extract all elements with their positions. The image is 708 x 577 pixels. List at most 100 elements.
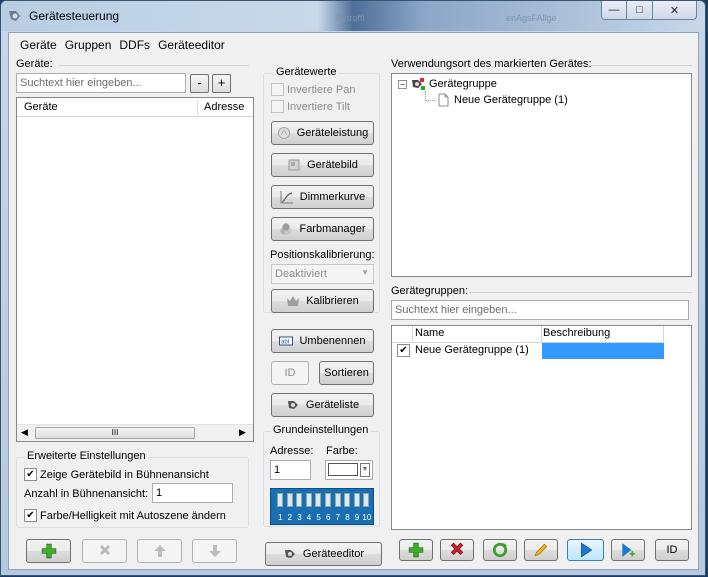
checkbox-checked[interactable]: ✔ (24, 468, 37, 481)
dip-switch-toggle[interactable] (315, 493, 322, 507)
color-autoscene-label: Farbe/Helligkeit mit Autoszene ändern (40, 509, 226, 522)
tree-root-item[interactable]: − Gerätegruppe (398, 77, 497, 91)
close-button[interactable]: ✕ (653, 1, 697, 20)
rename-button[interactable]: abI Umbenennen (271, 329, 374, 353)
menu-geraeteeditor[interactable]: Geräteeditor (154, 36, 229, 54)
dip-switch-toggle[interactable] (353, 493, 360, 507)
refresh-group-button[interactable] (483, 539, 517, 561)
scroll-thumb[interactable]: III (35, 427, 195, 439)
checkbox-unchecked[interactable] (271, 83, 284, 96)
column-header-devices[interactable]: Geräte (24, 101, 58, 113)
delete-device-button[interactable] (82, 539, 127, 563)
play-icon (580, 542, 592, 558)
table-row[interactable]: ✔ Neue Gerätegruppe (1) (392, 343, 664, 359)
device-search-input[interactable]: Suchtext hier eingeben... (16, 73, 186, 93)
expand-button[interactable]: + (212, 74, 231, 93)
column-header-name[interactable]: Name (415, 327, 444, 339)
add-group-button[interactable] (399, 539, 433, 561)
column-header-description[interactable]: Beschreibung (543, 327, 610, 339)
delete-icon (99, 545, 110, 555)
scroll-grip: III (111, 428, 119, 437)
color-autoscene-checkbox[interactable]: ✔ Farbe/Helligkeit mit Autoszene ändern (24, 509, 226, 522)
invert-pan-label: Invertiere Pan (287, 83, 356, 96)
device-image-button[interactable]: Gerätebild (271, 153, 374, 177)
separator (59, 65, 249, 66)
group-id-label: ID (666, 544, 678, 556)
plus-icon (41, 543, 56, 559)
count-input[interactable]: 1 (152, 483, 233, 503)
dip-switch-number: 3 (297, 513, 302, 522)
group-search-input[interactable]: Suchtext hier eingeben... (391, 300, 689, 320)
device-image-label: Gerätebild (307, 159, 358, 171)
collapse-icon[interactable]: − (398, 79, 407, 89)
show-image-checkbox[interactable]: ✔ Zeige Gerätebild in Bühnenansicht (24, 468, 209, 481)
move-up-button[interactable] (137, 539, 182, 563)
dip-switch-toggle[interactable] (277, 493, 283, 507)
dip-switch-toggle[interactable] (325, 493, 331, 507)
delete-group-button[interactable] (440, 539, 474, 561)
groups-table[interactable]: Name Beschreibung ✔ Neue Gerätegruppe (1… (391, 325, 692, 530)
color-manager-button[interactable]: Farbmanager (271, 217, 374, 241)
scroll-left-icon[interactable]: ◀ (21, 427, 28, 438)
plus-icon (408, 542, 424, 558)
id-label: ID (284, 367, 296, 379)
count-label: Anzahl in Bühnenansicht: (24, 488, 149, 500)
invert-pan-checkbox[interactable]: Invertiere Pan (271, 83, 355, 96)
play-add-group-button[interactable] (611, 539, 645, 561)
group-id-button[interactable]: ID (655, 539, 689, 561)
minimize-button[interactable]: — (601, 1, 627, 20)
title-bar[interactable]: Gerätesteuerung Betroffl enAgsFAllge — □… (1, 1, 705, 31)
move-down-button[interactable] (192, 539, 237, 563)
advanced-settings-title: Erweiterte Einstellungen (25, 450, 148, 462)
invert-tilt-checkbox[interactable]: Invertiere Tilt (271, 100, 350, 113)
position-calibration-label: Positionskalibrierung: (270, 249, 375, 261)
dip-switch-toggle[interactable] (286, 493, 293, 507)
color-circles-icon (280, 223, 293, 235)
horizontal-scrollbar[interactable]: ◀ III ▶ (17, 424, 253, 441)
dip-switch-number: 8 (345, 513, 350, 522)
calibrate-button[interactable]: Kalibrieren (271, 289, 374, 313)
add-device-button[interactable] (26, 539, 71, 563)
dimmer-curve-button[interactable]: Dimmerkurve (271, 185, 374, 209)
checkbox-unchecked[interactable] (271, 100, 284, 113)
play-group-button[interactable] (567, 539, 604, 561)
sort-button[interactable]: Sortieren (319, 361, 374, 385)
checkbox-checked[interactable]: ✔ (24, 509, 37, 522)
row-checkbox[interactable]: ✔ (397, 344, 410, 357)
menu-geraete[interactable]: Geräte (16, 36, 61, 54)
device-editor-button[interactable]: Geräteeditor (265, 542, 382, 566)
background-text: enAgsFAllge (506, 13, 557, 23)
usage-location-label: Verwendungsort des markierten Gerätes: (391, 58, 592, 70)
row-description-cell[interactable] (542, 343, 664, 359)
basic-settings-title: Grundeinstellungen (271, 424, 371, 436)
color-picker[interactable]: ▼ (325, 460, 373, 480)
dip-switch-number: 2 (287, 513, 293, 522)
dip-switch-toggle[interactable] (363, 493, 370, 507)
collapse-button[interactable]: - (190, 74, 209, 93)
address-input[interactable]: 1 (270, 460, 311, 480)
dip-switch-toggle[interactable] (334, 493, 341, 507)
calibrate-label: Kalibrieren (306, 295, 359, 307)
dip-switch-number: 10 (362, 513, 372, 522)
scroll-right-icon[interactable]: ▶ (239, 427, 246, 438)
tree-child-item[interactable]: Neue Gerätegruppe (1) (436, 93, 568, 107)
column-header-address[interactable]: Adresse (204, 101, 244, 113)
dip-switch-toggle[interactable] (305, 493, 312, 507)
devices-list-header: Geräte Adresse (17, 98, 253, 117)
edit-group-button[interactable] (524, 539, 558, 561)
device-power-button[interactable]: Geräteleistung (271, 121, 374, 145)
dip-switch[interactable]: 1 2 3 4 5 6 7 8 9 10 (270, 488, 374, 525)
maximize-button[interactable]: □ (627, 1, 653, 20)
menu-ddfs[interactable]: DDFs (115, 36, 154, 54)
devices-list[interactable]: Geräte Adresse ◀ III ▶ (16, 97, 254, 442)
device-list-label: Geräteliste (305, 399, 360, 411)
position-calibration-select[interactable]: Deaktiviert ▼ (271, 264, 374, 284)
usage-tree[interactable]: − Gerätegruppe Neue Gerätegruppe (1) (391, 73, 692, 277)
menu-gruppen[interactable]: Gruppen (61, 36, 116, 54)
dip-switch-toggle[interactable] (296, 493, 303, 507)
arrow-up-icon (153, 545, 166, 557)
id-button[interactable]: ID (271, 361, 309, 385)
dip-switch-toggle[interactable] (344, 493, 351, 507)
device-list-button[interactable]: Geräteliste (271, 393, 374, 417)
device-power-label: Geräteleistung (296, 127, 369, 139)
